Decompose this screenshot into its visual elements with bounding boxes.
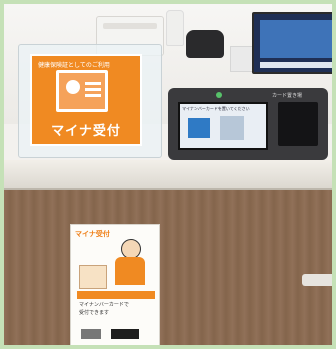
sanitizer-bottle bbox=[166, 10, 184, 46]
card-illustration bbox=[79, 265, 107, 289]
small-box bbox=[230, 46, 254, 72]
counter-top bbox=[4, 160, 332, 190]
poster-title: マイナ受付 bbox=[75, 230, 110, 238]
camera-indicator-icon bbox=[216, 92, 222, 98]
sign-main-text: マイナ受付 bbox=[51, 124, 121, 139]
photo-frame: 健康保険証としてのご利用 マイナ受付 マイナンバーカードを置いてください カード… bbox=[0, 0, 336, 349]
pc-monitor bbox=[252, 12, 332, 74]
poster-band bbox=[77, 291, 155, 299]
dark-device bbox=[186, 30, 224, 58]
sign-small-text: 健康保険証としてのご利用 bbox=[38, 62, 110, 69]
screen-widget bbox=[188, 118, 210, 138]
person-head bbox=[121, 239, 141, 259]
card-slot bbox=[278, 102, 318, 146]
poster-line-1: マイナンバーカードで bbox=[79, 302, 129, 308]
reader-screen-text: マイナンバーカードを置いてください bbox=[182, 106, 250, 111]
card-slot-label: カード置き場 bbox=[272, 93, 303, 99]
reader-screen: マイナンバーカードを置いてください bbox=[178, 102, 268, 150]
poster-logo-1 bbox=[81, 329, 101, 339]
person-body bbox=[115, 257, 145, 285]
counter-sign: 健康保険証としてのご利用 マイナ受付 bbox=[30, 54, 142, 146]
id-card-icon bbox=[56, 70, 108, 112]
screen-widget-2 bbox=[220, 116, 244, 140]
poster-logo-2 bbox=[111, 329, 139, 339]
card-reader: マイナンバーカードを置いてください カード置き場 bbox=[168, 88, 328, 160]
person-illustration bbox=[109, 239, 151, 287]
wall-poster: マイナ受付 マイナンバーカードで 受付できます bbox=[70, 224, 160, 345]
wood-cabinet bbox=[4, 190, 332, 345]
monitor-taskbar bbox=[260, 62, 332, 68]
monitor-screen bbox=[260, 20, 332, 58]
drawer-handle bbox=[302, 274, 332, 286]
poster-line-2: 受付できます bbox=[79, 310, 110, 316]
